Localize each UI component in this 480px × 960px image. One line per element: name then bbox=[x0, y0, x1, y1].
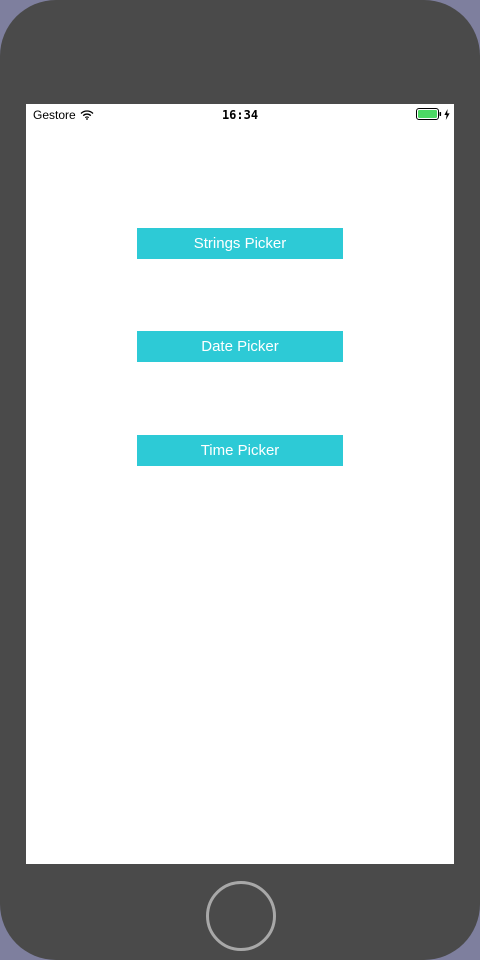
strings-picker-button[interactable]: Strings Picker bbox=[137, 228, 343, 259]
date-picker-button[interactable]: Date Picker bbox=[137, 331, 343, 362]
app-screen: Gestore 16:34 Strings Picker Date Picker… bbox=[26, 104, 454, 864]
battery-icon bbox=[416, 108, 442, 120]
home-button[interactable] bbox=[206, 881, 276, 951]
time-picker-button[interactable]: Time Picker bbox=[137, 435, 343, 466]
device-frame: Gestore 16:34 Strings Picker Date Picker… bbox=[0, 0, 480, 960]
charging-icon bbox=[444, 108, 450, 120]
battery-group bbox=[416, 108, 450, 120]
status-time: 16:34 bbox=[221, 108, 259, 122]
status-bar: Gestore 16:34 bbox=[26, 104, 454, 126]
